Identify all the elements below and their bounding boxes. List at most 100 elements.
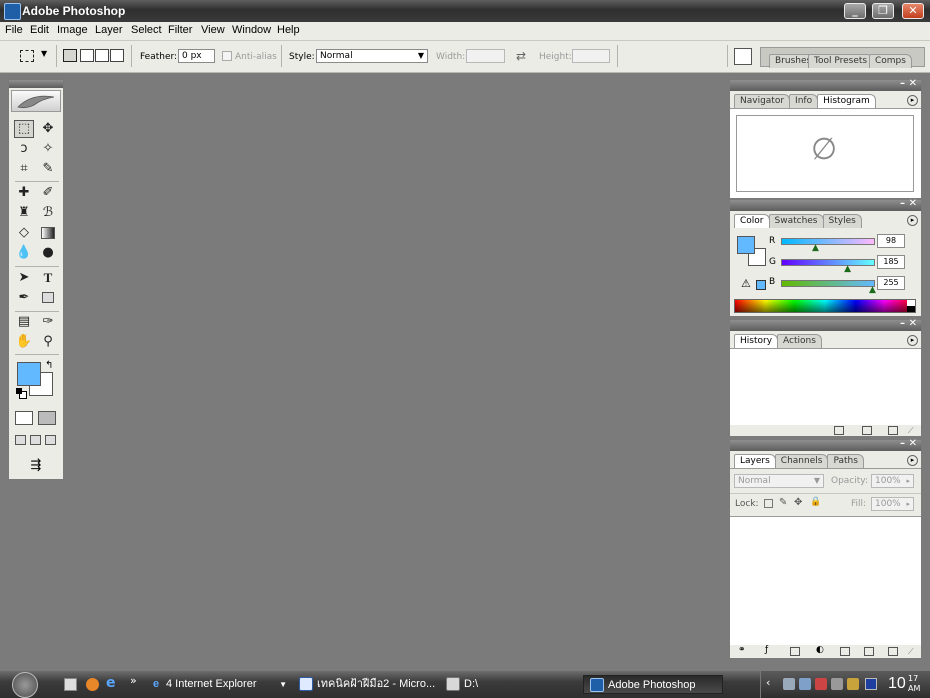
feather-input[interactable]: 0 px (178, 49, 215, 63)
zoom-tool-icon[interactable]: ⚲ (38, 333, 58, 351)
marquee-tool-icon[interactable]: ⬚ (14, 120, 34, 138)
menu-image[interactable]: Image (57, 24, 88, 36)
slice-tool-icon[interactable]: ✎ (38, 160, 58, 178)
foreground-color-swatch[interactable] (17, 362, 41, 386)
palette-menu-button[interactable]: ▸ (907, 455, 918, 466)
start-button[interactable] (12, 672, 38, 698)
gamut-color-swatch[interactable] (756, 280, 766, 290)
red-slider[interactable] (781, 238, 875, 245)
close-icon[interactable]: ✕ (909, 198, 917, 209)
antialias-checkbox[interactable] (222, 51, 232, 61)
layers-list[interactable] (730, 516, 921, 645)
network-tray-icon[interactable] (783, 678, 795, 690)
blue-slider[interactable] (781, 280, 875, 287)
toolbox-title-bar[interactable] (9, 80, 63, 88)
green-value-input[interactable]: 185 (877, 255, 905, 269)
quick-launch-more[interactable]: » (130, 674, 137, 687)
rectangle-tool-icon[interactable] (42, 292, 54, 303)
history-list[interactable] (730, 348, 921, 425)
full-screen-menu-mode-icon[interactable] (30, 435, 41, 445)
tab-styles[interactable]: Styles (822, 214, 862, 228)
close-icon[interactable]: ✕ (909, 318, 917, 329)
close-icon[interactable]: ✕ (909, 78, 917, 89)
tab-paths[interactable]: Paths (827, 454, 864, 468)
blue-value-input[interactable]: 255 (877, 276, 905, 290)
style-select[interactable]: Normal ▼ (316, 49, 428, 63)
tab-actions[interactable]: Actions (777, 334, 822, 348)
path-selection-tool-icon[interactable]: ➤ (14, 269, 34, 287)
type-tool-icon[interactable]: T (38, 269, 58, 287)
swap-colors-icon[interactable]: ↰ (45, 360, 53, 371)
safely-remove-tray-icon[interactable] (799, 678, 811, 690)
jump-to-imageready-icon[interactable]: ⇶ (14, 457, 58, 475)
layer-mask-icon[interactable] (790, 647, 800, 656)
taskbar-item-internet-explorer[interactable]: e 4 Internet Explorer ▼ (150, 675, 293, 694)
palette-menu-button[interactable]: ▸ (907, 215, 918, 226)
blur-tool-icon[interactable]: 💧 (14, 244, 34, 262)
palette-title-bar[interactable]: – ✕ (730, 438, 921, 451)
well-tab-tool-presets[interactable]: Tool Presets (808, 54, 874, 68)
new-selection-icon[interactable] (63, 49, 77, 62)
eraser-tool-icon[interactable]: ◇ (14, 224, 34, 242)
tab-history[interactable]: History (734, 334, 779, 348)
utility-tray-icon[interactable] (847, 678, 859, 690)
hand-tool-icon[interactable]: ✋ (14, 333, 34, 351)
lock-image-icon[interactable]: ✎ (779, 497, 787, 508)
new-document-from-state-icon[interactable] (834, 426, 844, 435)
pen-tool-icon[interactable]: ✒ (14, 289, 34, 307)
green-slider-thumb[interactable]: ▲ (844, 264, 851, 274)
close-button[interactable]: ✕ (902, 3, 924, 19)
taskbar-item-explorer[interactable]: D:\ (446, 675, 576, 694)
minimize-icon[interactable]: – (900, 78, 905, 89)
resize-grip-icon[interactable]: ⟋ (908, 647, 914, 657)
green-slider[interactable] (781, 259, 875, 266)
tray-collapse-icon[interactable]: ‹ (766, 676, 770, 689)
tab-histogram[interactable]: Histogram (817, 94, 876, 108)
preset-dropdown-arrow-icon[interactable]: ▼ (41, 49, 47, 58)
menu-filter[interactable]: Filter (168, 24, 192, 36)
tab-layers[interactable]: Layers (734, 454, 776, 468)
tab-navigator[interactable]: Navigator (734, 94, 791, 108)
foreground-color-swatch[interactable] (737, 236, 755, 254)
standard-mode-icon[interactable] (15, 411, 33, 425)
menu-edit[interactable]: Edit (30, 24, 49, 36)
minimize-icon[interactable]: – (900, 438, 905, 449)
lock-position-icon[interactable]: ✥ (794, 497, 802, 508)
menu-file[interactable]: File (5, 24, 23, 36)
taskbar-item-photoshop[interactable]: Adobe Photoshop (583, 675, 723, 694)
lock-transparency-icon[interactable] (764, 499, 773, 508)
resize-grip-icon[interactable]: ⟋ (908, 426, 914, 436)
minimize-button[interactable]: _ (844, 3, 866, 19)
notes-tool-icon[interactable]: ▤ (14, 313, 34, 331)
minimize-icon[interactable]: – (900, 318, 905, 329)
palette-title-bar[interactable]: – ✕ (730, 78, 921, 91)
blue-slider-thumb[interactable]: ▲ (869, 285, 876, 295)
close-icon[interactable]: ✕ (909, 438, 917, 449)
new-group-icon[interactable] (840, 647, 850, 656)
rect-marquee-preset-icon[interactable] (20, 50, 34, 62)
trash-icon[interactable] (888, 647, 898, 656)
menu-window[interactable]: Window (232, 24, 271, 36)
color-ramp[interactable] (734, 299, 916, 313)
standard-screen-mode-icon[interactable] (15, 435, 26, 445)
crop-tool-icon[interactable]: ⌗ (14, 160, 34, 178)
menu-view[interactable]: View (201, 24, 225, 36)
intersect-selection-icon[interactable] (110, 49, 124, 62)
menu-select[interactable]: Select (131, 24, 162, 36)
eyedropper-tool-icon[interactable]: ✑ (38, 313, 58, 331)
trash-icon[interactable] (888, 426, 898, 435)
red-slider-thumb[interactable]: ▲ (812, 243, 819, 253)
minimize-icon[interactable]: – (900, 198, 905, 209)
full-screen-mode-icon[interactable] (45, 435, 56, 445)
tab-color[interactable]: Color (734, 214, 770, 228)
history-brush-tool-icon[interactable]: ℬ (38, 204, 58, 222)
language-bar-icon[interactable] (865, 678, 877, 690)
lock-all-icon[interactable]: 🔒 (810, 497, 821, 507)
adobe-online-icon[interactable] (11, 90, 61, 112)
swap-dimensions-icon[interactable]: ⇄ (516, 49, 526, 63)
dodge-tool-icon[interactable]: ● (38, 244, 58, 262)
taskbar-item-word-document[interactable]: เทคนิคฝ้าฝีมือ2 - Micro... (299, 675, 439, 694)
gradient-tool-icon[interactable] (41, 227, 55, 239)
tab-channels[interactable]: Channels (774, 454, 829, 468)
well-tab-comps[interactable]: Comps (869, 54, 912, 68)
